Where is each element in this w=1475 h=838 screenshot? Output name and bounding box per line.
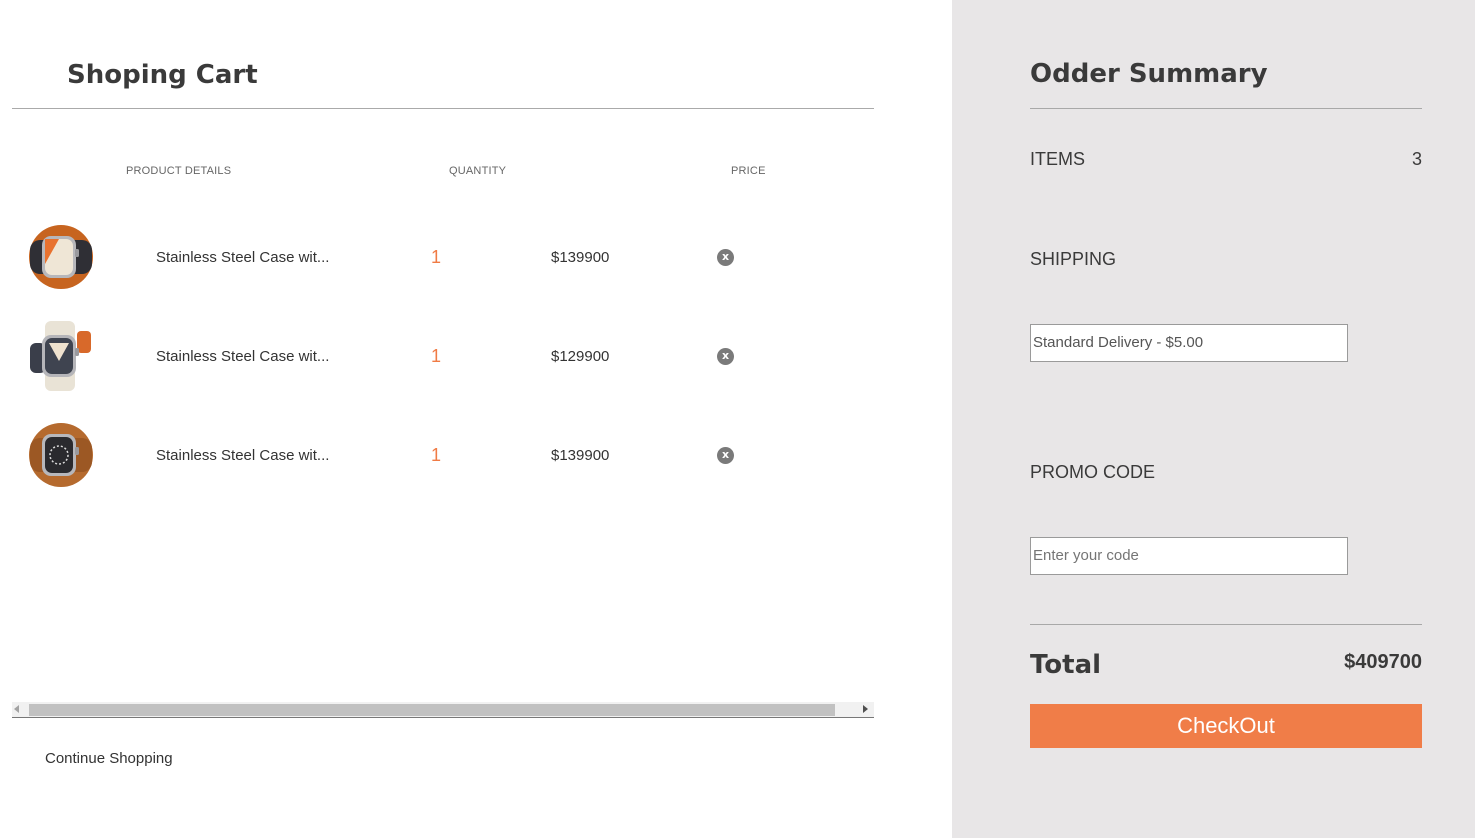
remove-item-icon[interactable]: x	[717, 447, 734, 464]
divider	[12, 108, 874, 109]
scroll-right-icon[interactable]	[863, 705, 868, 713]
price-value: $139900	[551, 447, 610, 464]
header-quantity: QUANTITY	[449, 165, 507, 177]
quantity-value[interactable]: 1	[431, 247, 441, 268]
cart-title: Shoping Cart	[67, 60, 258, 90]
checkout-button[interactable]: CheckOut	[1030, 704, 1422, 748]
summary-title: Odder Summary	[1030, 59, 1268, 89]
shipping-label: SHIPPING	[1030, 249, 1117, 269]
divider	[1030, 108, 1422, 109]
product-name: Stainless Steel Case wit...	[156, 447, 330, 464]
scroll-left-icon[interactable]	[14, 705, 19, 713]
cart-row: Stainless Steel Case wit... 1 $139900 x	[0, 420, 874, 490]
horizontal-scrollbar[interactable]	[12, 702, 874, 718]
total-label: Total	[1030, 650, 1102, 680]
cart-row: Stainless Steel Case wit... 1 $139900 x	[0, 222, 874, 292]
quantity-value[interactable]: 1	[431, 445, 441, 466]
shipping-select[interactable]: Standard Delivery - $5.00	[1030, 324, 1348, 362]
promo-code-label: PROMO CODE	[1030, 462, 1156, 482]
quantity-value[interactable]: 1	[431, 346, 441, 367]
total-value: $409700	[1344, 651, 1422, 673]
product-image	[30, 321, 91, 391]
remove-item-icon[interactable]: x	[717, 348, 734, 365]
header-price: PRICE	[731, 165, 766, 177]
price-value: $129900	[551, 348, 610, 365]
price-value: $139900	[551, 249, 610, 266]
product-image	[29, 225, 93, 289]
product-image	[29, 423, 93, 487]
continue-shopping-link[interactable]: Continue Shopping	[45, 750, 173, 767]
product-name: Stainless Steel Case wit...	[156, 348, 330, 365]
items-count: 3	[1411, 149, 1422, 169]
order-summary-panel: Odder Summary ITEMS 3 SHIPPING Standard …	[952, 0, 1475, 838]
cart-row: Stainless Steel Case wit... 1 $129900 x	[0, 321, 874, 391]
product-name: Stainless Steel Case wit...	[156, 249, 330, 266]
items-label: ITEMS	[1030, 149, 1086, 169]
cart-panel: Shoping Cart PRODUCT DETAILS QUANTITY PR…	[0, 0, 952, 838]
remove-item-icon[interactable]: x	[717, 249, 734, 266]
promo-code-input[interactable]: Enter your code	[1030, 537, 1348, 575]
header-product-details: PRODUCT DETAILS	[126, 165, 232, 177]
scrollbar-thumb[interactable]	[29, 704, 835, 716]
divider	[1030, 624, 1422, 625]
